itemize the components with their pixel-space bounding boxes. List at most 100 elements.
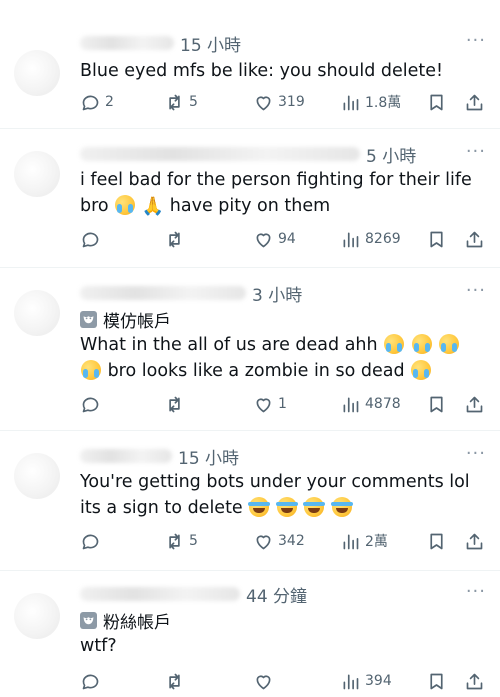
reply-3[interactable]: 3 小時 ··· 模仿帳戶 What in the all of us are … [0, 268, 500, 430]
timestamp[interactable]: 15 小時 [178, 444, 239, 469]
share-button[interactable] [464, 227, 485, 251]
reply-button[interactable]: 2 [80, 90, 114, 114]
face-with-tears-of-joy-emoji [248, 497, 271, 517]
share-icon [466, 533, 483, 549]
bookmark-button[interactable] [426, 529, 447, 553]
reply-text: What in the all of us are dead ahh bro l… [80, 332, 490, 384]
bookmark-icon [430, 396, 443, 412]
bookmark-button[interactable] [426, 227, 447, 251]
like-button[interactable]: 319 [253, 90, 305, 114]
more-icon[interactable]: ··· [466, 581, 486, 602]
repost-button[interactable]: 5 [164, 90, 198, 114]
repost-icon [169, 396, 180, 412]
repost-icon [169, 533, 180, 549]
reply-5[interactable]: 44 分鐘 ··· 粉絲帳戶 wtf? 394 [0, 571, 500, 697]
reply-header: 5 小時 [80, 141, 416, 167]
reply-icon [82, 397, 99, 412]
timestamp[interactable]: 15 小時 [180, 31, 241, 56]
author-name-blurred[interactable] [80, 286, 246, 300]
reply-text: You're getting bots under your comments … [80, 472, 470, 518]
crying-face-emoji [81, 360, 101, 380]
action-bar: 394 [80, 669, 490, 693]
repost-button[interactable]: 5 [164, 529, 198, 553]
reply-text: Blue eyed mfs be like: you should delete… [80, 61, 444, 81]
bookmark-icon [430, 94, 443, 110]
avatar[interactable] [14, 453, 60, 499]
action-bar: 2 5 319 1.8萬 [80, 90, 490, 114]
reply-icon [82, 232, 99, 247]
crying-face-emoji [411, 360, 432, 380]
bookmark-icon [430, 673, 443, 689]
avatar[interactable] [14, 290, 60, 336]
reply-header: 15 小時 [80, 443, 239, 469]
timestamp[interactable]: 3 小時 [252, 281, 302, 306]
views-icon [343, 397, 359, 412]
share-button[interactable] [464, 90, 485, 114]
crying-face-emoji [439, 334, 460, 354]
share-button[interactable] [464, 529, 485, 553]
views-button[interactable]: 2萬 [340, 529, 388, 553]
avatar[interactable] [14, 50, 60, 96]
repost-icon [169, 673, 180, 689]
more-icon[interactable]: ··· [466, 30, 486, 51]
views-button[interactable]: 1.8萬 [340, 90, 401, 114]
author-name-blurred[interactable] [80, 147, 360, 161]
bookmark-button[interactable] [426, 392, 447, 416]
author-name-blurred[interactable] [80, 587, 240, 601]
share-icon [466, 673, 483, 689]
account-label: 模仿帳戶 [80, 308, 171, 332]
like-icon [256, 534, 271, 549]
reply-button[interactable] [80, 227, 105, 251]
timestamp[interactable]: 5 小時 [366, 142, 416, 167]
face-with-tears-of-joy-emoji [275, 497, 298, 517]
more-icon[interactable]: ··· [466, 443, 486, 464]
reply-button[interactable] [80, 529, 105, 553]
author-name-blurred[interactable] [80, 449, 172, 463]
repost-button[interactable] [164, 227, 189, 251]
reply-header: 15 小時 [80, 30, 241, 56]
account-label: 粉絲帳戶 [80, 609, 171, 633]
more-icon[interactable]: ··· [466, 141, 486, 162]
avatar[interactable] [14, 151, 60, 197]
action-bar: 5 342 2萬 [80, 529, 490, 553]
reply-header: 3 小時 [80, 280, 302, 306]
reply-icon [82, 95, 99, 110]
reply-1[interactable]: 15 小時 ··· Blue eyed mfs be like: you sho… [0, 0, 500, 128]
views-icon [343, 95, 359, 110]
bookmark-button[interactable] [426, 90, 447, 114]
reply-button[interactable] [80, 669, 105, 693]
avatar[interactable] [14, 593, 60, 639]
badge-label: 粉絲帳戶 [103, 612, 171, 633]
more-icon[interactable]: ··· [466, 280, 486, 301]
crying-face-emoji [411, 334, 432, 354]
repost-button[interactable] [164, 669, 189, 693]
reply-4[interactable]: 15 小時 ··· You're getting bots under your… [0, 431, 500, 570]
reply-header: 44 分鐘 [80, 581, 307, 607]
share-icon [466, 231, 483, 247]
mask-icon [80, 310, 97, 328]
folded-hands-emoji: 🙏 [141, 196, 165, 217]
mask-icon [80, 611, 97, 629]
repost-button[interactable] [164, 392, 189, 416]
face-with-tears-of-joy-emoji [303, 497, 326, 517]
like-button[interactable] [253, 669, 278, 693]
repost-icon [169, 231, 180, 247]
bookmark-button[interactable] [426, 669, 447, 693]
reply-button[interactable] [80, 392, 105, 416]
like-button[interactable]: 342 [253, 529, 305, 553]
views-button[interactable]: 4878 [340, 392, 401, 416]
crying-face-emoji [115, 195, 136, 215]
share-button[interactable] [464, 669, 485, 693]
bookmark-icon [430, 231, 443, 247]
views-icon [343, 232, 359, 247]
author-name-blurred[interactable] [80, 36, 174, 50]
like-button[interactable]: 94 [253, 227, 296, 251]
views-button[interactable]: 394 [340, 669, 392, 693]
timestamp[interactable]: 44 分鐘 [246, 582, 307, 607]
share-button[interactable] [464, 392, 485, 416]
reply-icon [82, 674, 99, 689]
like-icon [256, 674, 271, 689]
reply-2[interactable]: 5 小時 ··· i feel bad for the person fight… [0, 129, 500, 267]
like-button[interactable]: 1 [253, 392, 287, 416]
views-button[interactable]: 8269 [340, 227, 401, 251]
